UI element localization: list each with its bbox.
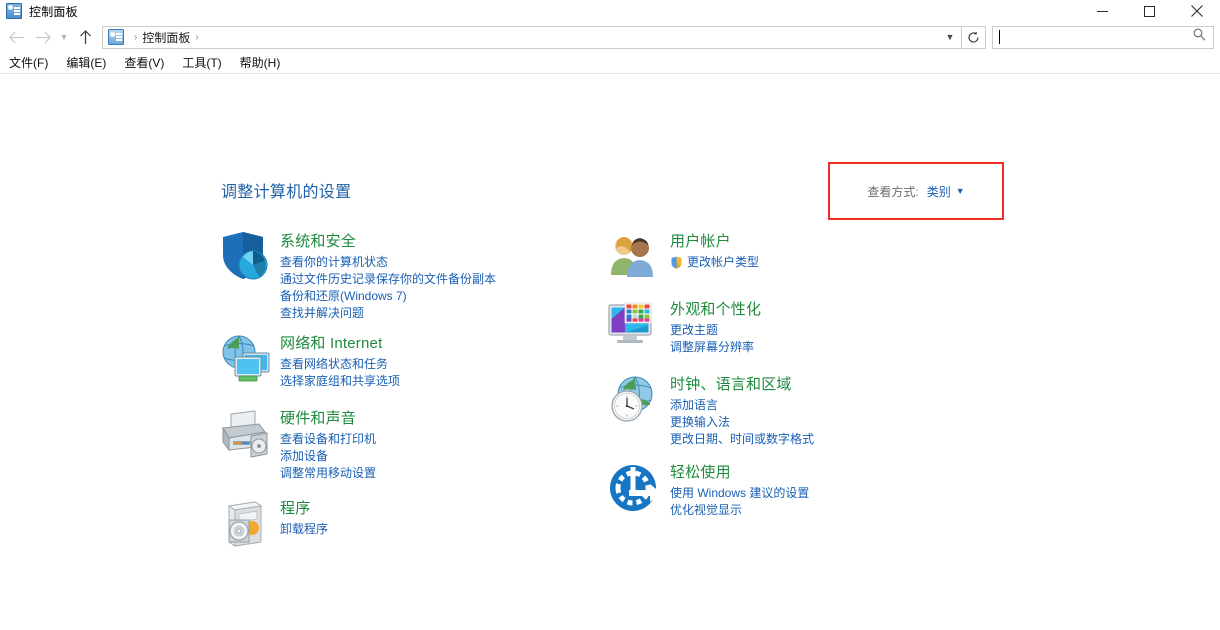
category-link[interactable]: 卸载程序 [280,521,328,538]
category-hardware-and-sound: 硬件和声音 查看设备和打印机 添加设备 调整常用移动设置 [215,406,585,482]
category-column-left: 系统和安全 查看你的计算机状态 通过文件历史记录保存你的文件备份副本 备份和还原… [215,229,585,567]
category-body: 系统和安全 查看你的计算机状态 通过文件历史记录保存你的文件备份副本 备份和还原… [280,229,496,322]
control-panel-icon [108,29,124,45]
category-appearance-and-personalization: 外观和个性化 更改主题 调整屏幕分辨率 [605,297,975,356]
search-icon[interactable] [1193,28,1206,46]
ease-of-access-icon [605,460,665,518]
close-button[interactable] [1173,0,1220,22]
menu-item-help[interactable]: 帮助(H) [231,52,290,74]
category-programs: 程序 卸载程序 [215,496,585,554]
category-ease-of-access: 轻松使用 使用 Windows 建议的设置 优化视觉显示 [605,460,975,519]
category-link[interactable]: 查看网络状态和任务 [280,356,388,373]
category-body: 时钟、语言和区域 添加语言 更换输入法 更改日期、时间或数字格式 [670,372,814,448]
category-body: 网络和 Internet 查看网络状态和任务 选择家庭组和共享选项 [280,331,400,390]
category-link[interactable]: 备份和还原(Windows 7) [280,288,407,305]
category-network-and-internet: 网络和 Internet 查看网络状态和任务 选择家庭组和共享选项 [215,331,585,390]
search-input[interactable] [992,25,1214,49]
chevron-down-icon[interactable]: ▼ [956,186,965,196]
category-link[interactable]: 优化视觉显示 [670,502,742,519]
up-arrow-icon[interactable] [72,24,98,50]
address-chevron-down-icon[interactable]: ▼ [939,27,961,48]
control-panel-content: 调整计算机的设置 查看方式: 类别 ▼ 系统和安全 查看你的计算机状态 通过文件… [0,74,1220,630]
category-link[interactable]: 选择家庭组和共享选项 [280,373,400,390]
category-title[interactable]: 用户帐户 [670,231,759,252]
search-text-cursor [999,30,1000,44]
window-controls [1079,0,1220,22]
category-link[interactable]: 使用 Windows 建议的设置 [670,485,809,502]
minimize-button[interactable] [1079,0,1126,22]
menu-item-tools[interactable]: 工具(T) [173,52,230,74]
category-link-label: 更改帐户类型 [687,255,760,269]
network-globe-monitor-icon [215,331,275,389]
category-link[interactable]: 更改主题 [670,322,718,339]
category-link[interactable]: 调整屏幕分辨率 [670,339,754,356]
category-link-change-account-type[interactable]: 更改帐户类型 [670,254,759,271]
category-body: 用户帐户 更改帐户类型 [670,229,759,287]
category-title[interactable]: 程序 [280,498,328,519]
programs-cd-box-icon [215,496,275,554]
view-by-value[interactable]: 类别 [927,183,951,200]
window-titlebar: 控制面板 [0,0,1220,22]
category-body: 硬件和声音 查看设备和打印机 添加设备 调整常用移动设置 [280,406,376,482]
view-by-control-highlight: 查看方式: 类别 ▼ [828,162,1004,220]
back-arrow-icon[interactable] [4,24,30,50]
printer-hardware-icon [215,406,275,464]
category-link[interactable]: 更改日期、时间或数字格式 [670,431,814,448]
menu-bar: 文件(F) 编辑(E) 查看(V) 工具(T) 帮助(H) [0,52,1220,74]
category-link[interactable]: 调整常用移动设置 [280,465,376,482]
menu-item-view[interactable]: 查看(V) [115,52,173,74]
category-title[interactable]: 硬件和声音 [280,408,376,429]
recent-locations-chevron-down-icon[interactable]: ▼ [56,24,72,50]
menu-item-file[interactable]: 文件(F) [0,52,57,74]
window-title: 控制面板 [29,4,78,19]
category-clock-language-region: 时钟、语言和区域 添加语言 更换输入法 更改日期、时间或数字格式 [605,372,975,448]
category-title[interactable]: 轻松使用 [670,462,809,483]
breadcrumb-separator[interactable]: › [190,32,203,43]
refresh-icon[interactable] [962,25,986,49]
category-body: 程序 卸载程序 [280,496,328,554]
category-title[interactable]: 系统和安全 [280,231,496,252]
navigation-bar: ▼ › 控制面板 › ▼ [0,22,1220,52]
category-system-and-security: 系统和安全 查看你的计算机状态 通过文件历史记录保存你的文件备份副本 备份和还原… [215,229,585,322]
view-by-label: 查看方式: [867,184,919,199]
category-title[interactable]: 外观和个性化 [670,299,761,320]
category-body: 轻松使用 使用 Windows 建议的设置 优化视觉显示 [670,460,809,519]
forward-arrow-icon[interactable] [30,24,56,50]
clock-globe-icon [605,372,665,430]
control-panel-icon [6,3,22,19]
breadcrumb-item-control-panel[interactable]: 控制面板 [142,29,190,46]
breadcrumb-separator: › [134,31,138,43]
address-bar[interactable]: › 控制面板 › ▼ [102,25,962,49]
category-column-right: 用户帐户 更改帐户类型 外观和个性化 更改主题 调整屏幕分辨率 时钟、语言和区域… [605,229,975,532]
category-user-accounts: 用户帐户 更改帐户类型 [605,229,975,287]
category-title[interactable]: 时钟、语言和区域 [670,374,814,395]
category-link[interactable]: 更换输入法 [670,414,730,431]
shield-security-icon [215,229,275,287]
uac-shield-icon [670,256,683,269]
category-link[interactable]: 查看设备和打印机 [280,431,376,448]
category-title[interactable]: 网络和 Internet [280,333,400,354]
category-link[interactable]: 添加语言 [670,397,718,414]
category-link[interactable]: 添加设备 [280,448,328,465]
menu-item-edit[interactable]: 编辑(E) [57,52,115,74]
maximize-button[interactable] [1126,0,1173,22]
category-body: 外观和个性化 更改主题 调整屏幕分辨率 [670,297,761,356]
appearance-monitor-palette-icon [605,297,665,355]
category-link[interactable]: 通过文件历史记录保存你的文件备份副本 [280,271,496,288]
category-link[interactable]: 查找并解决问题 [280,305,364,322]
category-link[interactable]: 查看你的计算机状态 [280,254,388,271]
page-title: 调整计算机的设置 [221,184,352,201]
user-accounts-people-icon [605,229,665,287]
